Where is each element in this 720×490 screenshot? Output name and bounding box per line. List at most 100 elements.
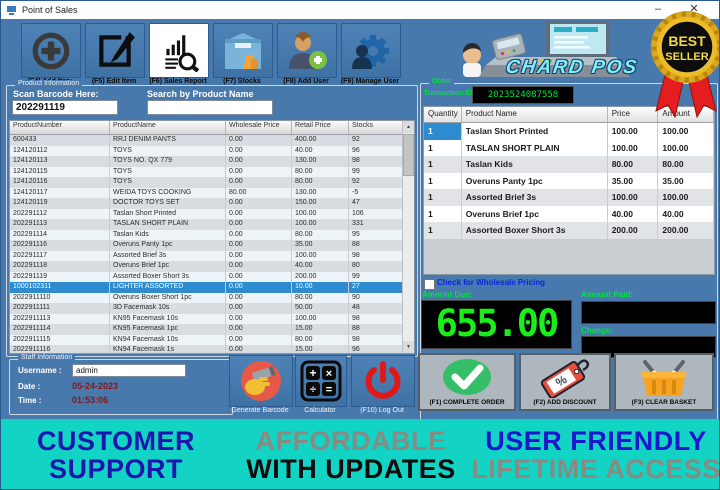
order-table-row[interactable]: 1TASLAN SHORT PLAIN100.00100.00 (424, 140, 714, 157)
product-table-row[interactable]: 20229111113D Facemask 10s0.0050.0048 (10, 303, 414, 314)
generate-barcode-button[interactable] (229, 355, 293, 407)
product-cell: 95 (349, 230, 404, 241)
product-cell: Overuns Panty 1pc (110, 240, 226, 251)
product-cell: 99 (349, 272, 404, 283)
product-cell: 0.00 (226, 177, 292, 188)
product-cell: 92 (349, 135, 404, 146)
product-cell: 202291118 (10, 261, 110, 272)
order-table-row[interactable]: 1Assorted Boxer Short 3s200.00200.00 (424, 222, 714, 239)
scroll-up-arrow[interactable]: ▲ (403, 121, 414, 133)
product-cell: 98 (349, 156, 404, 167)
staff-information-title: Staff Information (18, 354, 75, 361)
basket-icon (638, 358, 690, 398)
product-cell: 0.00 (226, 230, 292, 241)
manage-user-icon (349, 30, 393, 72)
order-cell: 35.00 (608, 173, 659, 190)
product-table-row[interactable]: 202291118Overuns Brief 1pc0.0040.0080 (10, 261, 414, 272)
product-cell: 124120113 (10, 156, 110, 167)
sales-report-icon (158, 30, 200, 72)
order-cell: Taslan Kids (462, 156, 608, 173)
amount-paid-input[interactable] (581, 301, 716, 324)
complete-order-button[interactable]: (F1) COMPLETE ORDER (418, 353, 516, 411)
product-table-row[interactable]: 124120116TOYS0.0080.0092 (10, 177, 414, 188)
best-seller-badge: BEST SELLER (651, 1, 720, 136)
product-table-row[interactable]: 2022911113KN95 Facemask 10s0.00100.0098 (10, 314, 414, 325)
logout-button[interactable] (351, 355, 415, 407)
product-table-row[interactable]: 202291112Taslan Short Printed0.00100.001… (10, 209, 414, 220)
add-discount-button[interactable]: % (F2) ADD DISCOUNT (519, 353, 611, 411)
product-table-row[interactable]: 202291113TASLAN SHORT PLAIN0.00100.00331 (10, 219, 414, 230)
product-cell: 80.00 (292, 177, 349, 188)
product-table-row[interactable]: 202291114Taslan Kids0.0080.0095 (10, 230, 414, 241)
product-table-row[interactable]: 202291116Overuns Panty 1pc0.0035.0088 (10, 240, 414, 251)
banner-customer-support: CUSTOMER SUPPORT (1, 427, 231, 483)
order-cell: Overuns Brief 1pc (462, 206, 608, 223)
product-table-row[interactable]: 124120117WEIDA TOYS COOKING80.00130.00-5 (10, 188, 414, 199)
date-label: Date : (18, 382, 40, 391)
clear-basket-button[interactable]: (F3) CLEAR BASKET (614, 353, 714, 411)
product-table-scrollbar[interactable]: ▲ ▼ (402, 121, 414, 353)
product-cell: 90 (349, 293, 404, 304)
scan-barcode-input[interactable] (12, 100, 118, 115)
order-table-row[interactable]: 1Overuns Panty 1pc35.0035.00 (424, 173, 714, 190)
order-cell: 1 (424, 140, 462, 157)
product-cell: 1000102311 (10, 282, 110, 293)
sales-report-button[interactable] (149, 23, 209, 78)
scroll-down-arrow[interactable]: ▼ (403, 341, 414, 353)
add-user-button[interactable] (277, 23, 337, 78)
product-cell: 2022911115 (10, 335, 110, 346)
product-cell: 0.00 (226, 293, 292, 304)
product-table-row[interactable]: 202291119Assorted Boxer Short 3s0.00200.… (10, 272, 414, 283)
col-product-name: ProductName (110, 121, 226, 134)
manage-user-button[interactable] (341, 23, 401, 78)
username-input[interactable] (72, 364, 186, 377)
order-cell: 100.00 (608, 140, 659, 157)
product-cell: 0.00 (226, 146, 292, 157)
scroll-thumb[interactable] (403, 134, 414, 176)
order-title: Order (429, 78, 454, 85)
order-table-row[interactable]: 1Assorted Brief 3s100.00100.00 (424, 189, 714, 206)
add-item-button[interactable] (21, 23, 81, 78)
wholesale-pricing-checkbox[interactable] (424, 279, 435, 290)
add-user-icon (285, 30, 329, 72)
product-table-row[interactable]: 124120112TOYS0.0040.0096 (10, 146, 414, 157)
time-value: 01:53:06 (72, 395, 108, 405)
product-cell: 0.00 (226, 167, 292, 178)
product-table-row[interactable]: 2022911116KN94 Facemask 1s0.0015.0096 (10, 345, 414, 354)
product-cell: 92 (349, 177, 404, 188)
product-table-row[interactable]: 2022911110Overuns Boxer Short 1pc0.0080.… (10, 293, 414, 304)
product-table: ProductNumber ProductName Wholesale Pric… (9, 120, 415, 354)
product-table-row[interactable]: 600433RRJ DENIM PANTS0.00400.0092 (10, 135, 414, 146)
order-table-row[interactable]: 1Taslan Kids80.0080.00 (424, 156, 714, 173)
badge-line2: SELLER (665, 51, 708, 63)
product-information-title: Product Information (15, 80, 82, 87)
product-cell: 130.00 (292, 156, 349, 167)
product-cell: 202291116 (10, 240, 110, 251)
edit-item-button[interactable] (85, 23, 145, 78)
product-table-row[interactable]: 202291117Assorted Brief 3s0.00100.0098 (10, 251, 414, 262)
stocks-button[interactable] (213, 23, 273, 78)
product-table-row[interactable]: 1000102311LIGHTER ASSORTED0.0010.0027 (10, 282, 414, 293)
order-cell: 80.00 (658, 156, 714, 173)
product-cell: Assorted Brief 3s (110, 251, 226, 262)
product-cell: 27 (349, 282, 404, 293)
product-cell: 0.00 (226, 272, 292, 283)
product-table-row[interactable]: 124120119DOCTOR TOYS SET0.00150.0047 (10, 198, 414, 209)
product-cell: 202291112 (10, 209, 110, 220)
calculator-button[interactable]: + × ÷ = (295, 355, 347, 407)
product-table-row[interactable]: 2022911115KN94 Facemask 10s0.0080.0098 (10, 335, 414, 346)
time-label: Time : (18, 396, 41, 405)
checkmark-icon (441, 358, 493, 398)
product-cell: 100.00 (292, 219, 349, 230)
order-table-body: 1Taslan Short Printed100.00100.001TASLAN… (424, 123, 714, 239)
product-cell: 0.00 (226, 156, 292, 167)
product-cell: 80.00 (292, 167, 349, 178)
order-cell: 1 (424, 123, 462, 140)
product-table-row[interactable]: 124120113TOYS NO. QX 7790.00130.0098 (10, 156, 414, 167)
product-cell: 0.00 (226, 198, 292, 209)
product-table-row[interactable]: 2022911114KN95 Facemask 1pc0.0015.0088 (10, 324, 414, 335)
order-table-row[interactable]: 1Overuns Brief 1pc40.0040.00 (424, 206, 714, 223)
search-product-input[interactable] (147, 100, 273, 115)
add-item-icon (30, 30, 72, 72)
product-table-row[interactable]: 124120115TOYS0.0080.0099 (10, 167, 414, 178)
